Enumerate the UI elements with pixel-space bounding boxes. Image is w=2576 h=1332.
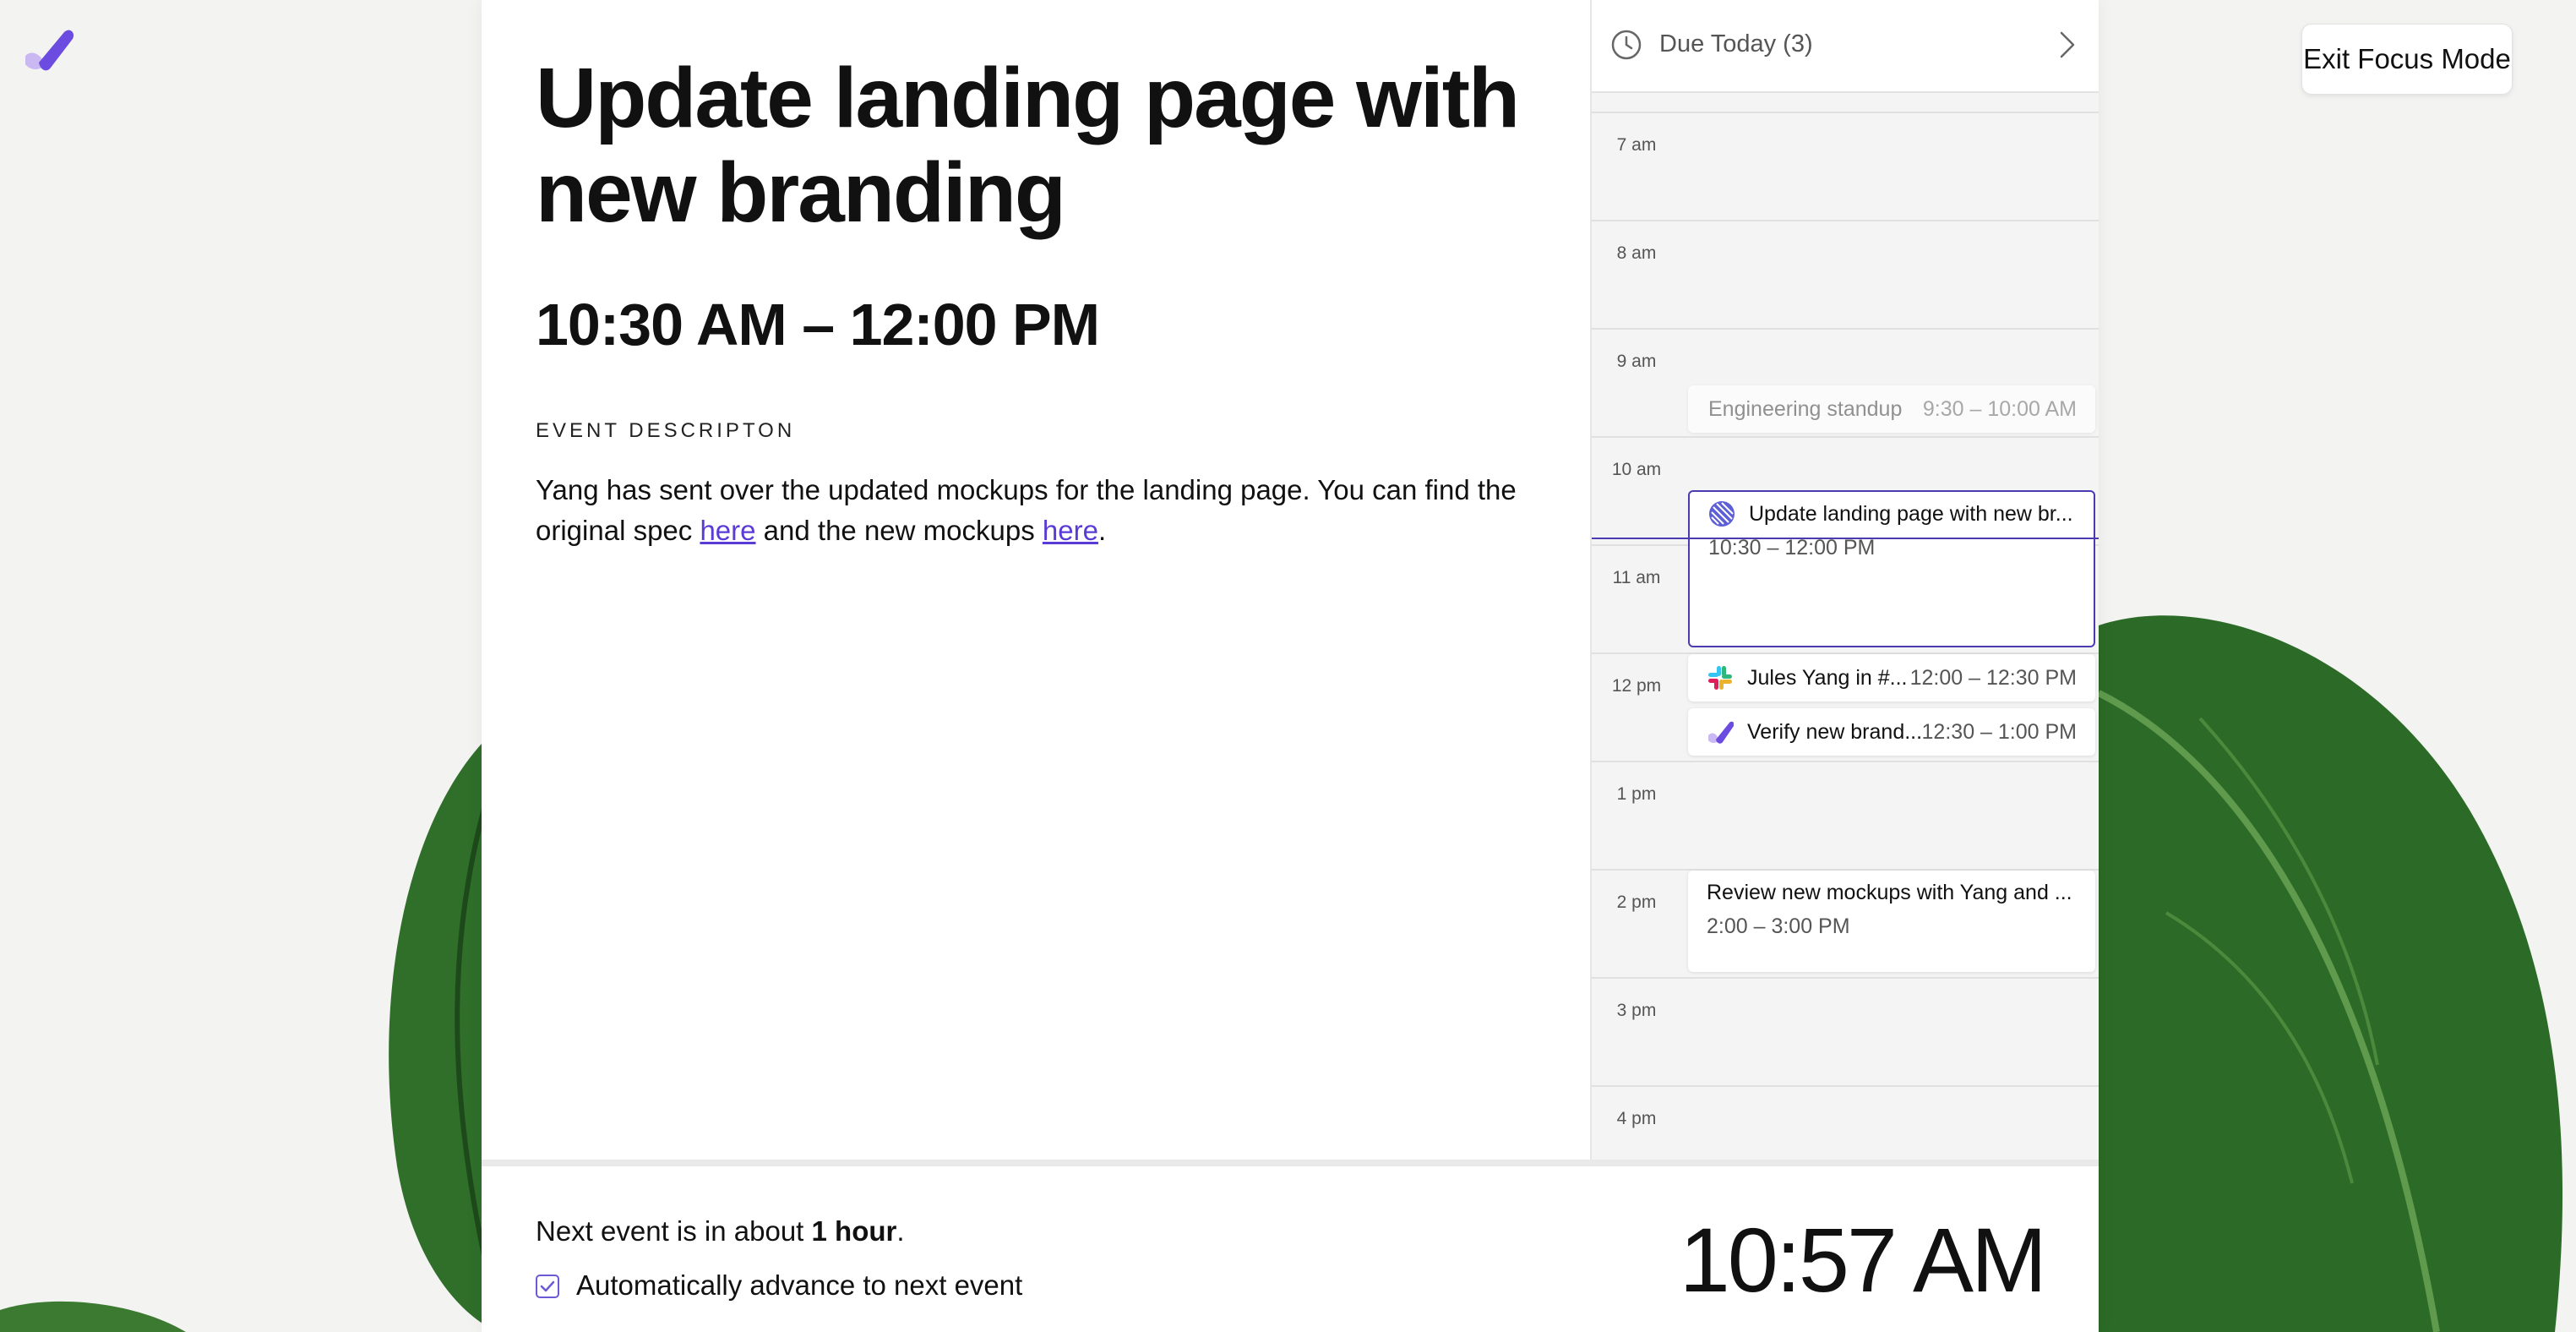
- hour-row-1pm: 1 pm: [1592, 761, 2099, 869]
- hour-label: 3 pm: [1616, 1001, 1657, 1020]
- hour-label: 2 pm: [1616, 893, 1657, 912]
- current-time-clock: 10:57 AM: [1679, 1209, 2047, 1311]
- event-time: 10:30 – 12:00 PM: [1708, 536, 1876, 560]
- event-title: Review new mockups with Yang and ...: [1707, 881, 2072, 904]
- hour-label: 10 am: [1611, 460, 1662, 479]
- linear-icon: [1709, 501, 1735, 527]
- event-title: Verify new brand...: [1747, 720, 1921, 744]
- current-time-indicator: [1592, 538, 2099, 539]
- leaf-right-decoration: [2099, 615, 2563, 1332]
- due-today-header[interactable]: Due Today (3): [1592, 0, 2099, 93]
- app-logo-icon: [25, 30, 74, 71]
- calendar-event-engineering-standup[interactable]: Engineering standup 9:30 – 10:00 AM: [1688, 385, 2095, 433]
- event-description-heading: EVENT DESCRIPTON: [536, 419, 796, 442]
- event-time-range: 10:30 AM – 12:00 PM: [536, 292, 1100, 358]
- next-event-prefix: Next event is in about: [536, 1215, 812, 1247]
- next-event-suffix: .: [896, 1215, 905, 1247]
- event-title: Update landing page with new branding: [536, 51, 1520, 240]
- calendar-event-review-mockups[interactable]: Review new mockups with Yang and ... 2:0…: [1688, 871, 2095, 972]
- description-text-3: .: [1097, 515, 1107, 546]
- focus-panel: Update landing page with new branding 10…: [482, 0, 2099, 1332]
- focus-footer: Next event is in about 1 hour. Automatic…: [482, 1160, 2099, 1332]
- hour-label: 12 pm: [1611, 676, 1662, 696]
- hour-label: 11 am: [1612, 568, 1661, 587]
- hour-label: 1 pm: [1616, 784, 1657, 804]
- day-calendar: Due Today (3) 7 am 8 am 9 am 10 am 11 am…: [1590, 0, 2099, 1160]
- event-time: 2:00 – 3:00 PM: [1707, 914, 1850, 938]
- hour-label: 9 am: [1616, 352, 1657, 371]
- event-time: 9:30 – 10:00 AM: [1922, 397, 2077, 421]
- event-title: Update landing page with new br...: [1749, 502, 2073, 526]
- due-today-label: Due Today (3): [1659, 30, 1813, 57]
- next-event-duration: 1 hour: [811, 1215, 897, 1247]
- leaf-bottom-left-decoration: [0, 1301, 186, 1332]
- original-spec-link[interactable]: here: [700, 515, 755, 546]
- hour-row-3pm: 3 pm: [1592, 977, 2099, 1085]
- description-text-2: and the new mockups: [755, 515, 1043, 546]
- hour-label: 7 am: [1616, 135, 1657, 155]
- event-time: 12:30 – 1:00 PM: [1921, 720, 2077, 744]
- event-title: Engineering standup: [1708, 397, 1903, 421]
- event-description: Yang has sent over the updated mockups f…: [536, 470, 1549, 551]
- calendar-event-verify-new-brand[interactable]: Verify new brand... 12:30 – 1:00 PM: [1688, 708, 2095, 756]
- next-event-notice: Next event is in about 1 hour.: [536, 1215, 905, 1247]
- auto-advance-checkbox[interactable]: [536, 1275, 559, 1298]
- app-logo-icon: [1708, 721, 1734, 744]
- calendar-event-jules-yang-slack[interactable]: Jules Yang in #... 12:00 – 12:30 PM: [1688, 654, 2095, 701]
- clock-icon: [1611, 30, 1642, 60]
- auto-advance-label: Automatically advance to next event: [576, 1269, 1023, 1301]
- chevron-right-icon[interactable]: [2058, 30, 2077, 59]
- hour-row-7am: 7 am: [1592, 112, 2099, 220]
- event-title: Jules Yang in #...: [1747, 666, 1908, 690]
- hour-label: 4 pm: [1616, 1109, 1657, 1128]
- new-mockups-link[interactable]: here: [1043, 515, 1098, 546]
- hour-label: 8 am: [1616, 243, 1657, 263]
- exit-focus-mode-button[interactable]: Exit Focus Mode: [2301, 24, 2513, 95]
- event-time: 12:00 – 12:30 PM: [1909, 666, 2077, 690]
- calendar-event-update-landing-page[interactable]: Update landing page with new br... 10:30…: [1688, 490, 2095, 647]
- hour-row-8am: 8 am: [1592, 220, 2099, 328]
- checkmark-icon: [540, 1280, 555, 1292]
- slack-icon: [1708, 666, 1732, 690]
- hour-row-4pm: 4 pm: [1592, 1085, 2099, 1160]
- event-detail: Update landing page with new branding 10…: [482, 0, 1590, 1160]
